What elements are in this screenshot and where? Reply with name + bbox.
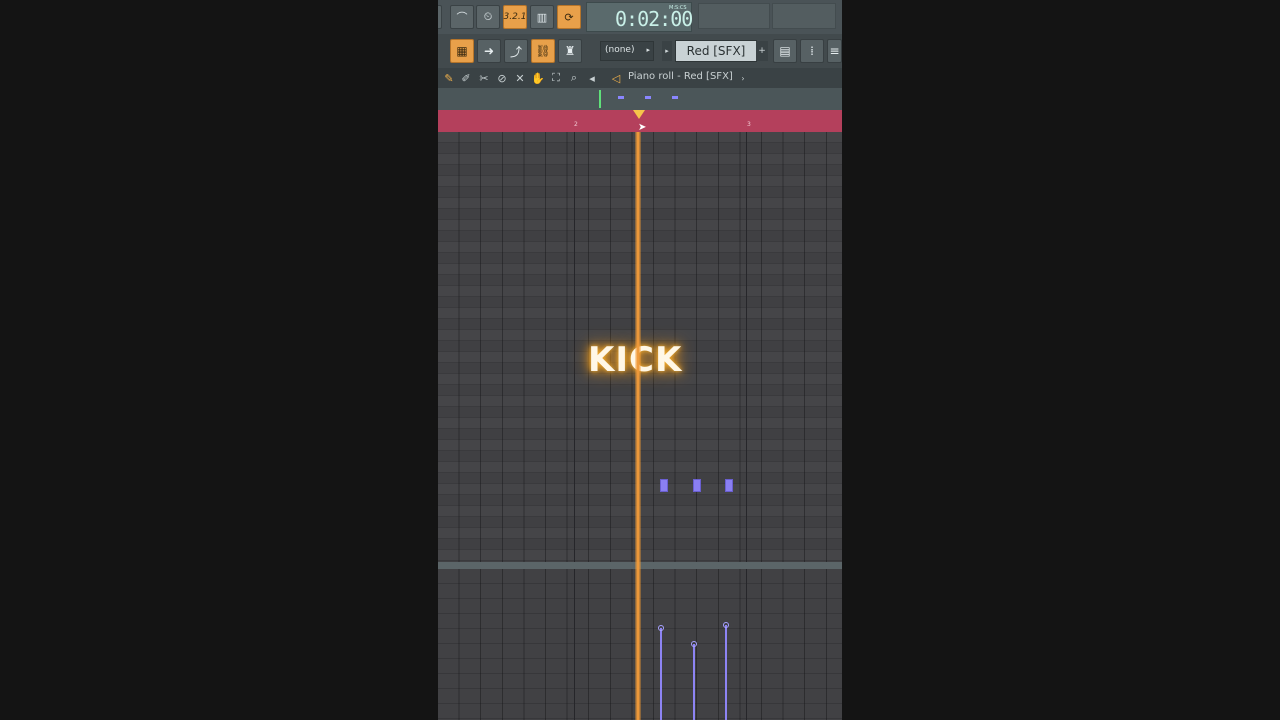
note[interactable] (660, 479, 668, 492)
title-chevron-icon[interactable]: › (736, 71, 750, 85)
overview-note (645, 96, 651, 99)
overview-start-marker (599, 90, 601, 108)
channel-select[interactable]: Red [SFX] (675, 40, 757, 62)
note[interactable] (693, 479, 701, 492)
piano-roll-toolbar: ▦ ➜ ⤴ ⛓ ♜ (none) ▸ ▸ Red [SFX] + ▤ ⁞ ≡ (438, 34, 842, 68)
piano-roll-tools: ✎ ✐ ✂ ⊘ ✕ ✋ ⛶ ⌕ ◂ ◁ Piano roll - Red [SF… (438, 68, 842, 88)
panel-edge-button[interactable] (438, 5, 442, 29)
browser-icon[interactable]: ≡ (827, 39, 842, 63)
loop-record-icon[interactable]: ⟳ (557, 5, 581, 29)
pattern-select[interactable]: (none) ▸ (600, 41, 654, 61)
slide-icon[interactable]: ⤴ (504, 39, 528, 63)
playhead-line (635, 132, 641, 720)
velocity-handle[interactable] (723, 622, 729, 628)
note[interactable] (725, 479, 733, 492)
stamp-icon[interactable]: ♜ (558, 39, 582, 63)
song-time-display[interactable]: 0:02:00 M:S:CS (586, 2, 693, 32)
song-position-marker[interactable] (633, 110, 645, 119)
bar-line (746, 569, 747, 720)
transport-toolbar: ⌒ ⏲ 3.2.1 ▥ ⟳ 0:02:00 M:S:CS (438, 0, 842, 34)
speaker-icon[interactable]: ◁ (609, 71, 623, 85)
bar-line (746, 132, 747, 562)
bar-label: 3 (747, 121, 751, 128)
channel-name: Red [SFX] (686, 44, 746, 58)
video-letterbox-left (0, 0, 438, 720)
video-letterbox-right (842, 0, 1280, 720)
pattern-select-value: (none) (605, 45, 635, 55)
prev-channel-icon[interactable]: ▸ (662, 41, 672, 61)
bar-label: 2 (574, 121, 578, 128)
hint-panel (698, 3, 770, 29)
bar-line (574, 132, 575, 562)
velocity-bar[interactable] (693, 644, 695, 720)
delete-tool-icon[interactable]: ✂ (477, 71, 491, 85)
chevron-right-icon: ▸ (646, 46, 650, 54)
pencil-icon[interactable]: ✎ (442, 71, 456, 85)
bar-line (574, 569, 575, 720)
countdown-label: 3.2.1 (503, 12, 527, 22)
pattern-overview[interactable] (438, 88, 842, 110)
add-channel-icon[interactable]: + (756, 41, 768, 61)
fl-studio-window: ⌒ ⏲ 3.2.1 ▥ ⟳ 0:02:00 M:S:CS ▦ ➜ ⤴ ⛓ ♜ (… (438, 0, 842, 720)
velocity-bar[interactable] (725, 625, 727, 720)
piano-roll-title: Piano roll - Red [SFX] (628, 71, 733, 82)
step-edit-icon[interactable]: ▥ (530, 5, 554, 29)
select-icon[interactable]: ⛶ (549, 71, 563, 85)
arrow-right-icon[interactable]: ➜ (477, 39, 501, 63)
velocity-handle[interactable] (691, 641, 697, 647)
countdown-button[interactable]: 3.2.1 (503, 5, 527, 29)
overview-note (672, 96, 678, 99)
slip-icon[interactable]: ✋ (531, 71, 545, 85)
paint-brush-icon[interactable]: ✐ (459, 71, 473, 85)
step-sequencer-icon[interactable]: ⁞ (800, 39, 824, 63)
cpu-panel (772, 3, 836, 29)
metronome-icon[interactable]: ⌒ (450, 5, 474, 29)
piano-keys-icon[interactable]: ▦ (450, 39, 474, 63)
timeline-ruler[interactable]: 2 3 ➤ (438, 110, 842, 133)
zoom-icon[interactable]: ⌕ (567, 71, 581, 85)
mute-icon[interactable]: ✕ (513, 71, 527, 85)
wait-record-icon[interactable]: ⏲ (476, 5, 500, 29)
playback-icon[interactable]: ◂ (585, 71, 599, 85)
link-icon[interactable]: ⛓ (531, 39, 555, 63)
playlist-icon[interactable]: ▤ (773, 39, 797, 63)
velocity-bar[interactable] (660, 628, 662, 720)
velocity-handle[interactable] (658, 625, 664, 631)
disable-icon[interactable]: ⊘ (495, 71, 509, 85)
time-unit: M:S:CS (669, 5, 687, 11)
overview-note (618, 96, 624, 99)
